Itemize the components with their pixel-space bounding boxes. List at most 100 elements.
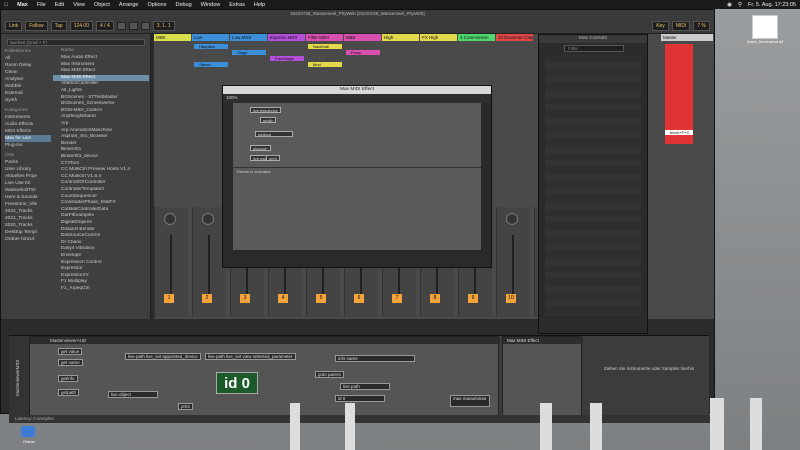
track-header[interactable]: 3 Commission (458, 34, 495, 41)
track-activator-button[interactable]: 2 (202, 294, 212, 303)
follow-button[interactable]: Follow (25, 20, 48, 31)
zoom-level[interactable]: 100% (226, 95, 238, 100)
folder-icon[interactable] (21, 426, 35, 437)
track-activator-button[interactable]: 10 (506, 294, 516, 303)
browser-item[interactable]: AbletonController (53, 81, 149, 88)
desktop-file-icon[interactable] (752, 15, 778, 39)
place-item[interactable]: 2022_Tracks (5, 208, 33, 215)
category-wobble[interactable]: Wobble (5, 83, 21, 90)
track-header[interactable]: FX High (420, 34, 457, 41)
browser-item[interactable]: ControlZOrController (53, 180, 149, 187)
browser-item[interactable]: CC MultiCtrl Preview Hosts V1.4 (53, 167, 149, 174)
menu-file[interactable]: File (37, 2, 46, 8)
message-getinfo[interactable]: getinfo (58, 375, 78, 382)
app-menu[interactable]: Max (17, 2, 28, 8)
browser-item[interactable]: AnythingNStand (53, 114, 149, 121)
menu-edit[interactable]: Edit (55, 2, 64, 8)
menu-view[interactable]: View (73, 2, 85, 8)
track-header[interactable]: Low (192, 34, 229, 41)
track-activator-button[interactable]: 1 (164, 294, 174, 303)
browser-item[interactable]: Max MIDI Effect (53, 74, 149, 82)
track-header[interactable]: Express MIDI (268, 34, 305, 41)
browser-item[interactable]: Max MIDI Effect (53, 68, 149, 75)
clock[interactable]: Fr. 5. Aug. 17:23:05 (748, 2, 796, 8)
place-item[interactable]: 2020_Tracks (5, 222, 33, 229)
place-audio-effects[interactable]: Audio Effects (5, 121, 33, 128)
message-get-value[interactable]: get value (58, 348, 83, 355)
browser-item[interactable]: Dr Chaos (53, 240, 149, 247)
browser-item[interactable]: Expression Control (53, 260, 149, 267)
tap-button[interactable]: Tap (50, 20, 67, 31)
track-activator-button[interactable]: 4 (278, 294, 288, 303)
stop-button[interactable] (128, 21, 138, 30)
browser-item[interactable]: Arp-AnimationMaschine (53, 128, 149, 135)
master-header[interactable]: Master (661, 34, 713, 41)
browser-item[interactable]: BGM-MIDI_Control (53, 108, 149, 115)
place-item[interactable]: Here & Sounds (5, 194, 38, 201)
browser-item[interactable]: Arp (53, 121, 149, 128)
record-button[interactable] (140, 21, 150, 30)
track-activator-button[interactable]: 7 (392, 294, 402, 303)
browser-item[interactable]: DarFlExamples (53, 213, 149, 220)
browser-item[interactable]: CT4Tool (53, 161, 149, 168)
place-item[interactable]: Aktuelles Proje (5, 173, 37, 180)
patcher-canvas[interactable]: live.thisdevice midiin midiout plugout~ … (233, 103, 481, 250)
object-print[interactable]: print (266, 155, 280, 161)
object-midiin[interactable]: midiin (260, 117, 277, 123)
browser-item[interactable]: ControllerTemplate3 (53, 187, 149, 194)
browser-item[interactable]: CC Multictrl V1.8.4 (53, 174, 149, 181)
master-clip[interactable]: block+F+C (665, 130, 693, 135)
menu-object[interactable]: Object (94, 2, 110, 8)
console-filter-input[interactable]: Filter (564, 45, 624, 52)
link-button[interactable]: Link (5, 20, 23, 31)
browser-item[interactable]: Envelope (53, 253, 149, 260)
track-activator-button[interactable]: 6 (354, 294, 364, 303)
browser-item[interactable]: Binsert01 (53, 147, 149, 154)
object-live-thisdevice[interactable]: live.thisdevice (250, 107, 281, 113)
play-button[interactable] (116, 21, 126, 30)
tempo-field[interactable]: 124.00 (69, 20, 93, 31)
category-room-delay[interactable]: Room Delay (5, 62, 31, 69)
track-header[interactable]: Filter MIDI (306, 34, 343, 41)
clip-slot[interactable]: Mod (308, 62, 342, 67)
clip-slot[interactable]: Nachhall (308, 44, 342, 49)
category-synth[interactable]: Synth (5, 97, 17, 104)
track-header[interactable]: MIDI (154, 34, 191, 41)
object-live-path[interactable]: live.path (340, 383, 390, 390)
place-item[interactable]: 2021_Tracks (5, 215, 33, 222)
device-title-bar[interactable]: MasterviewerMIDI (9, 336, 29, 416)
object-live-path-device[interactable]: live.path live_set appointed_device (125, 353, 201, 360)
object-live-object[interactable]: live.object (108, 391, 158, 398)
volume-fader[interactable] (208, 235, 210, 297)
browser-item[interactable]: Easy4 Vibration (53, 246, 149, 253)
master-clip-column[interactable] (665, 44, 693, 144)
category-external[interactable]: External (5, 90, 23, 97)
menu-help[interactable]: Help (254, 2, 265, 8)
browser-search-input[interactable]: Suchen (Cmd + F) (7, 39, 145, 46)
browser-item[interactable]: BGScenes_Scheinwerfer (53, 101, 149, 108)
category-all[interactable]: All (5, 55, 10, 62)
position-field[interactable]: 3. 1. 1 (152, 20, 175, 31)
object-print[interactable]: print (178, 403, 193, 410)
send-knob[interactable] (164, 213, 176, 225)
console-message-list[interactable] (545, 55, 641, 315)
browser-item[interactable]: ExpressorXY (53, 273, 149, 280)
browser-item[interactable]: Distanzl Bender (53, 227, 149, 234)
place-item[interactable]: WasserkollTEI (5, 187, 36, 194)
clip-slot[interactable]: Hauptton (194, 44, 228, 49)
browser-item[interactable]: DigitalEmpires (53, 220, 149, 227)
browser-item[interactable]: Asphalt_info_Browser (53, 134, 149, 141)
category-analyser[interactable]: Analyser (5, 76, 24, 83)
browser-item[interactable]: Max Instrument (53, 62, 149, 69)
place-plugins[interactable]: Plug-Ins (5, 142, 23, 149)
midi-map-button[interactable]: MIDI (671, 20, 691, 31)
track-activator-button[interactable]: 8 (430, 294, 440, 303)
volume-fader[interactable] (512, 235, 514, 297)
search-icon[interactable]: ⚲ (738, 2, 742, 8)
send-knob[interactable] (202, 213, 214, 225)
browser-item[interactable]: F1_ArpeqCtrl (53, 286, 149, 293)
menu-window[interactable]: Window (201, 2, 221, 8)
browser-item[interactable]: DistSourceControl (53, 233, 149, 240)
place-max-for-live[interactable]: Max for Live (5, 135, 51, 142)
place-item[interactable]: Desktop Templ. (5, 229, 38, 236)
